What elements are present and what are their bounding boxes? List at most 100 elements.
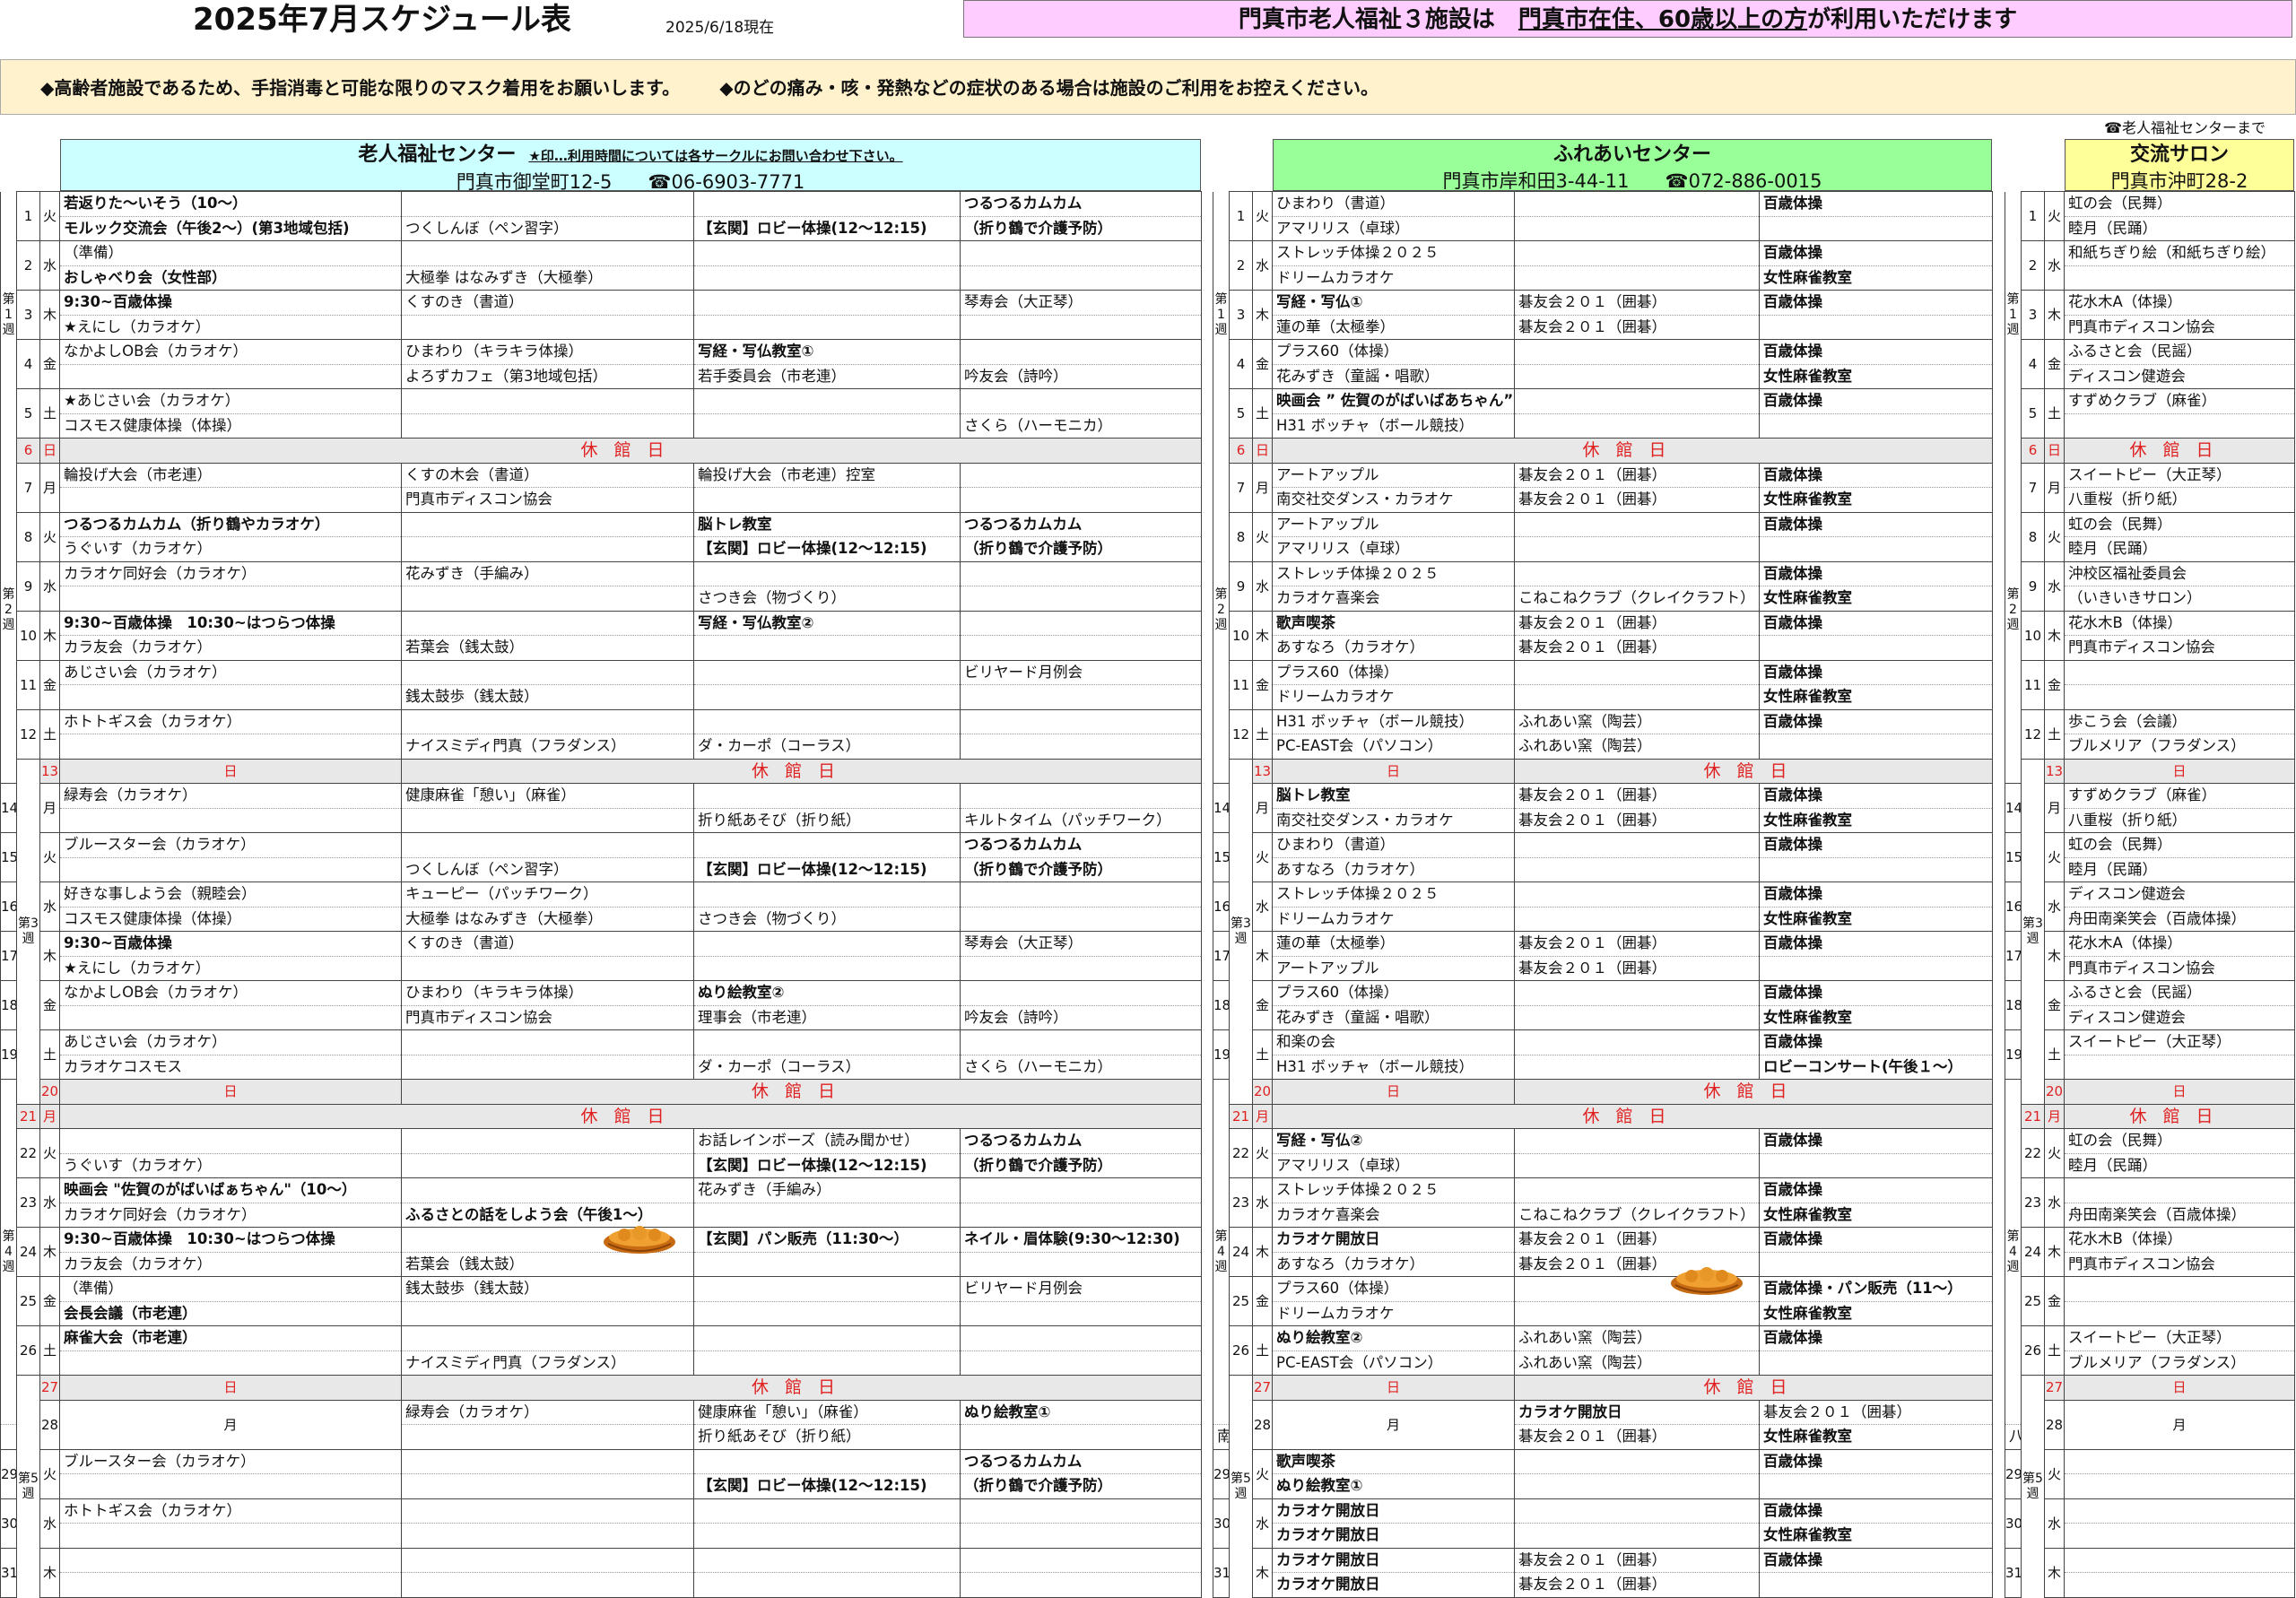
schedule-row: 11 金プラス60（体操） 百歳体操 — [1213, 659, 1993, 710]
activity-cell: ★あじさい会（カラオケ） — [59, 388, 402, 414]
activity-cell — [1514, 560, 1760, 586]
activity-cell: 健康麻雀「憩い」（麻雀） — [401, 783, 694, 809]
schedule-row — [1, 1572, 1202, 1598]
activity-cell — [960, 487, 1202, 513]
activity-cell: あじさい会（カラオケ） — [59, 659, 402, 685]
activity-cell: 百歳体操 — [1759, 462, 1993, 488]
activity-cell: アートアップル — [1272, 511, 1515, 537]
activity-cell: ぬり絵教室② — [693, 980, 961, 1006]
schedule-row: 30 水カラオケ開放日 百歳体操 — [1213, 1498, 1993, 1549]
activity-cell: 吟友会（詩吟） — [960, 363, 1202, 389]
activity-cell: 蓮の華（太極拳） — [1272, 314, 1515, 340]
day-number: 17 — [0, 931, 17, 981]
activity-cell — [693, 1300, 961, 1326]
activity-cell — [1514, 1523, 1760, 1549]
activity-cell — [2064, 413, 2295, 439]
notice-right: ◆のどの痛み・咳・発熱などの症状のある場合は施設のご利用をお控えください。 — [719, 77, 1378, 99]
schedule-row: カラ友会（カラオケ） 若葉会（銭太鼓） — [1, 1251, 1202, 1277]
day-number: 21 — [16, 1103, 40, 1129]
schedule-row: 9 水沖校区福祉委員会 — [2005, 560, 2295, 612]
activity-cell: 女性麻雀教室 — [1759, 1300, 1993, 1326]
schedule-row: 15 火ブルースター会（カラオケ） つるつるカムカム — [0, 832, 1202, 882]
activity-cell: 百歳体操 — [1759, 511, 1993, 537]
schedule-row: 11 金あじさい会（カラオケ） ビリヤード月例会 — [1, 659, 1202, 710]
schedule-row: あすなろ（カラオケ） 碁友会２０１（囲碁） — [1213, 1251, 1993, 1277]
activity-cell — [960, 1572, 1202, 1598]
day-number: 25 — [1229, 1276, 1253, 1326]
activity-cell: 理事会（市老連） — [693, 1004, 961, 1030]
activity-cell: ひまわり（キラキラ体操） — [401, 980, 694, 1006]
activity-cell — [960, 906, 1202, 932]
center1-name: 老人福祉センター — [358, 143, 517, 166]
activity-cell: 百歳体操 — [1759, 832, 1993, 858]
activity-cell — [1514, 191, 1760, 217]
weekday: 木 — [39, 931, 60, 981]
weekday: 金 — [1252, 339, 1273, 389]
activity-cell — [59, 1572, 402, 1598]
activity-cell: 女性麻雀教室 — [1759, 1202, 1993, 1228]
activity-cell: アマリリス（卓球） — [1272, 536, 1515, 562]
activity-cell: 八重桜（折り紙） — [2064, 487, 2295, 513]
activity-cell — [693, 240, 961, 266]
closed-day-row: 第2週 6 日休館日 — [1213, 438, 1993, 784]
closed-day-row: 第2週 6 日休館日 — [2005, 438, 2295, 784]
weekday: 火 — [1252, 1448, 1273, 1499]
activity-cell: 輪投げ大会（市老連） — [59, 462, 402, 488]
activity-cell — [2064, 1054, 2295, 1080]
weekday: 金 — [39, 339, 60, 389]
week-label: 第2週 — [2005, 438, 2022, 784]
activity-cell — [1514, 511, 1760, 537]
closed-label: 休館日 — [401, 1079, 1202, 1105]
weekday: 火 — [39, 1128, 60, 1178]
activity-cell — [401, 413, 694, 439]
activity-cell — [1514, 240, 1760, 266]
week-label: 第1週 — [0, 191, 17, 439]
activity-cell: 琴寿会（大正琴） — [960, 290, 1202, 316]
activity-cell — [1759, 314, 1993, 340]
schedule-row: あすなろ（カラオケ） 碁友会２０１（囲碁） — [1213, 635, 1993, 661]
activity-cell: カラオケ喜楽会 — [1272, 586, 1515, 612]
activity-cell — [960, 882, 1202, 908]
week-label: 第4週 — [2005, 1079, 2022, 1425]
activity-cell: プラス60（体操） — [1272, 659, 1515, 685]
activity-cell — [693, 487, 961, 513]
schedule-row: 12 土歩こう会（会議） — [2005, 708, 2295, 760]
weekday: 木 — [1252, 931, 1273, 981]
banner-underlined: 門真市在住、60歳以上の方 — [1518, 6, 1808, 33]
activity-cell — [401, 955, 694, 981]
weekday: 金 — [1252, 659, 1273, 710]
day-number: 19 — [0, 1029, 17, 1080]
weekday: 火 — [39, 191, 60, 241]
activity-cell — [401, 1325, 694, 1351]
activity-cell — [2064, 1547, 2295, 1573]
salon-address: 門真市沖町28-2 — [2110, 170, 2248, 192]
activity-cell — [401, 314, 694, 340]
schedule-row: 花みずき（童謡・唱歌） 女性麻雀教室 — [1213, 363, 1993, 389]
activity-cell: 百歳体操 — [1759, 339, 1993, 365]
activity-cell: つるつるカムカム — [960, 191, 1202, 217]
activity-cell — [1514, 413, 1760, 439]
schedule-row: 花みずき（童謡・唱歌） 女性麻雀教室 — [1213, 1004, 1993, 1030]
activity-cell: ふれあい窯（陶芸） — [1514, 708, 1760, 734]
activity-cell — [59, 1350, 402, 1376]
day-number: 2 — [1229, 240, 1253, 291]
salon-schedule: 第1週 1 火虹の会（民舞） 睦月（民踊） 2 水和紙ちぎり絵（和紙ちぎり絵） 3 木花水木A… — [2005, 191, 2295, 1598]
activity-cell: ひまわり（書道） — [1272, 191, 1515, 217]
activity-cell — [1514, 339, 1760, 365]
activity-cell: つるつるカムカム — [960, 832, 1202, 858]
activity-cell: カラオケ開放日 — [1272, 1227, 1515, 1253]
center2-header: ふれあいセンター 門真市岸和田3-44-11 ☎072-886-0015 — [1273, 139, 1992, 192]
schedule-row: 30 水 — [2005, 1498, 2295, 1549]
schedule-row: 23 水ストレッチ体操２０２５ 百歳体操 — [1213, 1177, 1993, 1228]
schedule-row: 29 火ブルースター会（カラオケ） つるつるカムカム — [0, 1448, 1202, 1499]
weekday: 木 — [39, 1227, 60, 1277]
activity-cell: 写経・写仏② — [1272, 1128, 1515, 1154]
day-number: 15 — [0, 832, 17, 882]
activity-cell — [960, 955, 1202, 981]
activity-cell: 門真市ディスコン協会 — [2064, 314, 2295, 340]
schedule-row: 2 水（準備） — [1, 240, 1202, 291]
weekday: 水 — [2044, 1498, 2065, 1549]
activity-cell — [960, 586, 1202, 612]
activity-cell — [960, 1177, 1202, 1203]
activity-cell: 碁友会２０１（囲碁） — [1514, 955, 1760, 981]
